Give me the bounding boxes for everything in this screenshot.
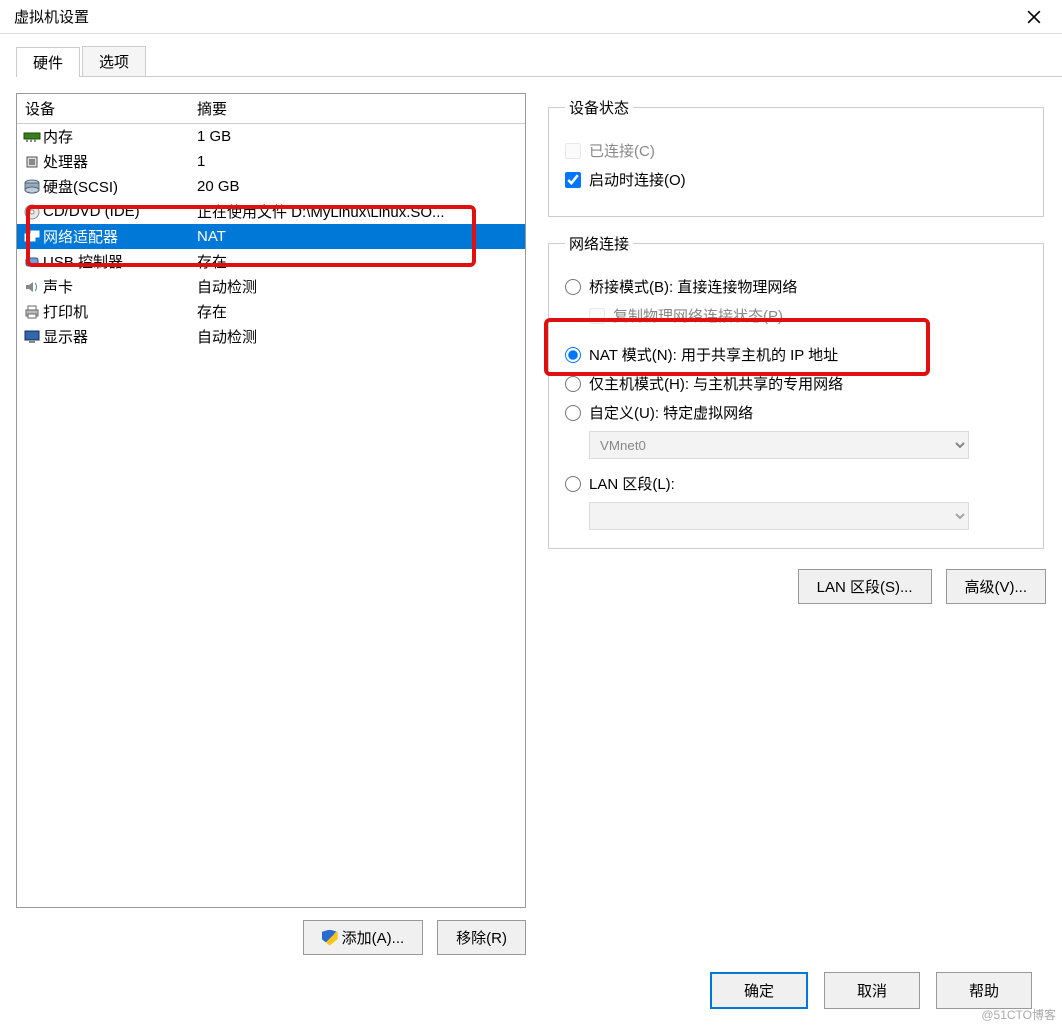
disk-icon [21, 178, 43, 196]
bridge-radio[interactable] [565, 279, 581, 295]
close-icon[interactable] [1014, 2, 1054, 32]
lan-segment-select [589, 502, 969, 530]
cd-icon [21, 203, 43, 221]
add-button[interactable]: 添加(A)... [303, 920, 424, 955]
window-title: 虚拟机设置 [8, 6, 1014, 27]
device-state-group: 设备状态 已连接(C) 启动时连接(O) [548, 97, 1044, 217]
printer-icon [21, 303, 43, 321]
bridge-label: 桥接模式(B): 直接连接物理网络 [589, 276, 797, 297]
shield-icon [322, 930, 338, 946]
cpu-icon [21, 153, 43, 171]
row-network[interactable]: 网络适配器 NAT [17, 224, 525, 249]
row-sound[interactable]: 声卡 自动检测 [17, 274, 525, 299]
cancel-button[interactable]: 取消 [824, 972, 920, 1009]
tab-options[interactable]: 选项 [82, 46, 146, 76]
row-display[interactable]: 显示器 自动检测 [17, 324, 525, 349]
custom-label: 自定义(U): 特定虚拟网络 [589, 402, 753, 423]
row-cd[interactable]: CD/DVD (IDE) 正在使用文件 D:\MyLinux\Linux.SO.… [17, 199, 525, 224]
network-legend: 网络连接 [565, 233, 633, 254]
lan-segments-button[interactable]: LAN 区段(S)... [798, 569, 932, 604]
row-memory[interactable]: 内存 1 GB [17, 124, 525, 149]
custom-radio[interactable] [565, 405, 581, 421]
remove-button[interactable]: 移除(R) [437, 920, 526, 955]
connect-on-start-label: 启动时连接(O) [589, 169, 686, 190]
col-device: 设备 [17, 98, 197, 119]
hostonly-label: 仅主机模式(H): 与主机共享的专用网络 [589, 373, 843, 394]
network-connection-group: 网络连接 桥接模式(B): 直接连接物理网络 复制物理网络连接状态(P) NAT… [548, 233, 1044, 549]
lan-label: LAN 区段(L): [589, 473, 675, 494]
display-icon [21, 328, 43, 346]
hostonly-radio[interactable] [565, 376, 581, 392]
help-button[interactable]: 帮助 [936, 972, 1032, 1009]
lan-radio[interactable] [565, 476, 581, 492]
connected-label: 已连接(C) [589, 140, 655, 161]
nat-label: NAT 模式(N): 用于共享主机的 IP 地址 [589, 344, 838, 365]
watermark: @51CTO博客 [981, 1006, 1056, 1023]
nat-radio[interactable] [565, 347, 581, 363]
custom-network-select: VMnet0 [589, 431, 969, 459]
device-state-legend: 设备状态 [565, 97, 633, 118]
row-usb[interactable]: USB 控制器 存在 [17, 249, 525, 274]
replicate-label: 复制物理网络连接状态(P) [613, 305, 783, 326]
col-summary: 摘要 [197, 98, 525, 119]
advanced-button[interactable]: 高级(V)... [946, 569, 1047, 604]
replicate-checkbox [589, 308, 605, 324]
network-icon [21, 228, 43, 246]
row-disk[interactable]: 硬盘(SCSI) 20 GB [17, 174, 525, 199]
row-printer[interactable]: 打印机 存在 [17, 299, 525, 324]
connected-checkbox [565, 143, 581, 159]
sound-icon [21, 278, 43, 296]
row-cpu[interactable]: 处理器 1 [17, 149, 525, 174]
memory-icon [21, 128, 43, 146]
connect-on-start-checkbox[interactable] [565, 172, 581, 188]
usb-icon [21, 253, 43, 271]
tab-hardware[interactable]: 硬件 [16, 47, 80, 77]
ok-button[interactable]: 确定 [710, 972, 808, 1009]
device-table: 设备 摘要 内存 1 GB 处理器 1 硬盘(SCSI) 20 GB CD/DV… [16, 93, 526, 908]
